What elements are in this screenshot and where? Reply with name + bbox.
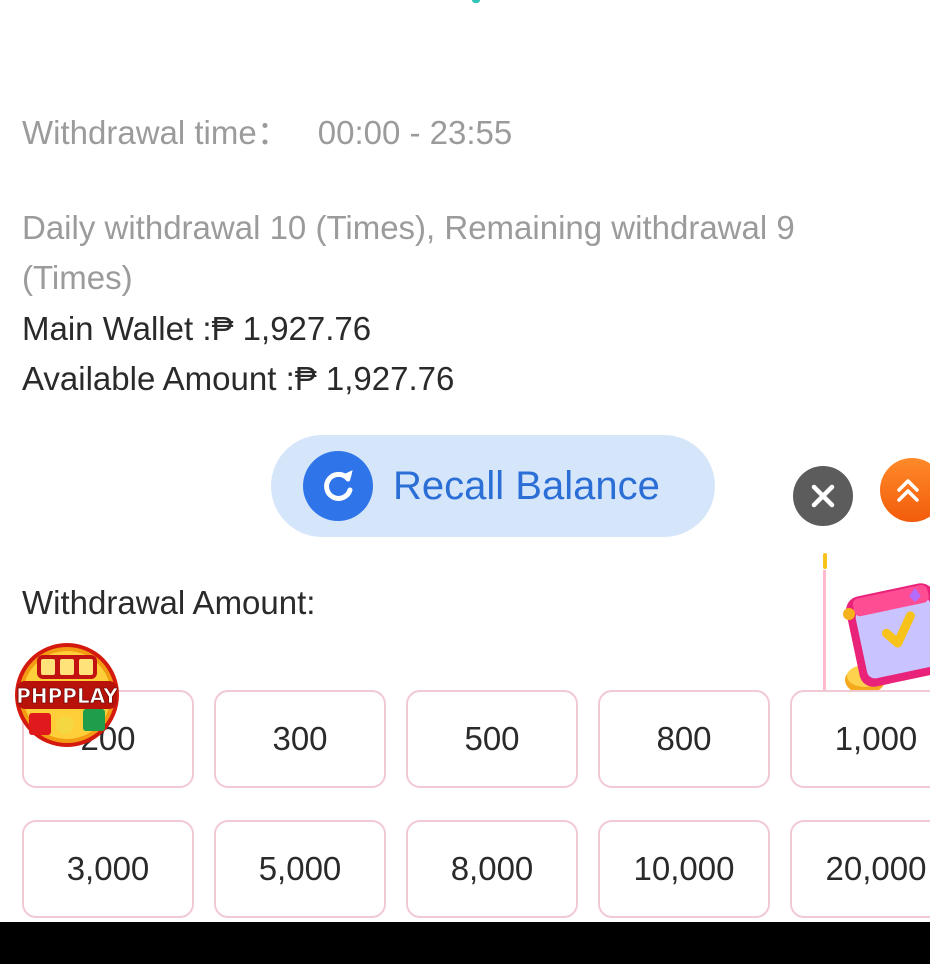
daily-withdrawal-info: Daily withdrawal 10 (Times), Remaining w… — [22, 209, 795, 246]
amount-option-20000[interactable]: 20,000 — [790, 820, 930, 918]
withdrawal-page: Withdrawal time： 00:00 - 23:55 Daily with… — [0, 0, 930, 922]
amount-option-800[interactable]: 800 — [598, 690, 770, 788]
promo-sparkle — [823, 553, 827, 569]
refresh-icon — [303, 451, 373, 521]
amount-option-5000[interactable]: 5,000 — [214, 820, 386, 918]
close-icon[interactable] — [793, 466, 853, 526]
amount-option-500[interactable]: 500 — [406, 690, 578, 788]
daily-withdrawal-info-cont: (Times) — [22, 259, 133, 296]
amount-option-3000[interactable]: 3,000 — [22, 820, 194, 918]
system-navigation-bar — [0, 922, 930, 964]
amount-option-8000[interactable]: 8,000 — [406, 820, 578, 918]
promo-calendar-icon[interactable] — [823, 570, 930, 710]
recall-balance-button[interactable]: Recall Balance — [271, 435, 715, 537]
double-chevron-up-icon[interactable] — [880, 458, 930, 522]
withdrawal-time-label: Withdrawal time： — [22, 114, 290, 151]
top-indicator — [472, 0, 480, 3]
amount-option-1000[interactable]: 1,000 — [790, 690, 930, 788]
main-wallet-balance: Main Wallet :₱ 1,927.76 — [22, 310, 372, 347]
withdrawal-time: Withdrawal time： 00:00 - 23:55 — [22, 106, 512, 154]
withdrawal-amount-label: Withdrawal Amount: — [22, 584, 316, 621]
phpplay-game-badge[interactable]: PHPPLAY — [13, 641, 121, 749]
amount-option-10000[interactable]: 10,000 — [598, 820, 770, 918]
available-amount: Available Amount :₱ 1,927.76 — [22, 360, 455, 397]
phpplay-logo-text: PHPPLAY — [16, 684, 118, 708]
recall-balance-label: Recall Balance — [393, 463, 660, 508]
withdrawal-time-value: 00:00 - 23:55 — [317, 114, 513, 151]
amount-option-300[interactable]: 300 — [214, 690, 386, 788]
